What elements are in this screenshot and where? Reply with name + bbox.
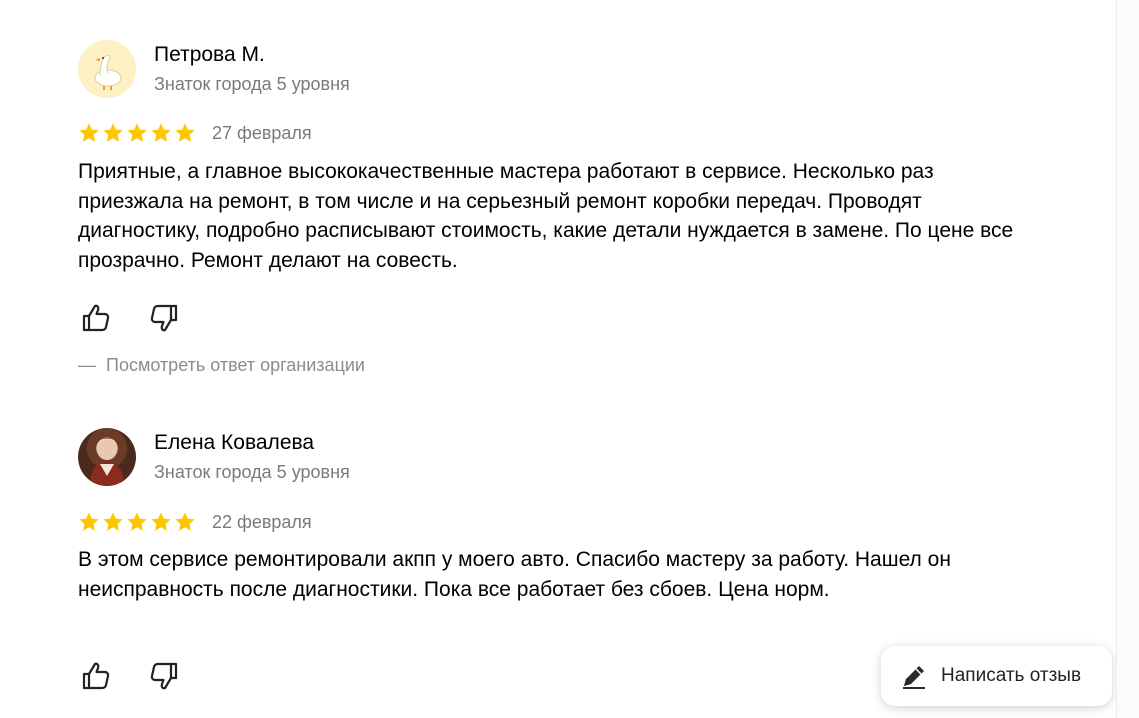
- write-review-button[interactable]: Написать отзыв: [881, 646, 1112, 706]
- star-icon: [103, 512, 123, 531]
- rating-stars: [78, 511, 196, 533]
- dislike-button[interactable]: [146, 658, 182, 694]
- write-review-label: Написать отзыв: [941, 665, 1082, 686]
- author-level: Знаток города 5 уровня: [154, 462, 350, 482]
- author-avatar[interactable]: [78, 428, 136, 486]
- author-photo: [90, 438, 124, 486]
- author-name[interactable]: Елена Ковалева: [154, 431, 314, 455]
- like-button[interactable]: [78, 658, 114, 694]
- review-card: Елена Ковалева Знаток города 5 уровня 22…: [0, 0, 1100, 718]
- thumbs-up-icon: [82, 662, 110, 690]
- star-icon: [175, 512, 195, 531]
- side-panel-edge: [1116, 0, 1139, 718]
- review-date: 22 февраля: [212, 512, 312, 532]
- thumbs-down-icon: [150, 662, 178, 690]
- reactions: [78, 658, 182, 694]
- review-text: В этом сервисе ремонтировали акпп у моег…: [78, 548, 951, 601]
- star-icon: [79, 512, 99, 531]
- star-icon: [151, 512, 171, 531]
- star-icon: [127, 512, 147, 531]
- pencil-icon: [899, 661, 929, 691]
